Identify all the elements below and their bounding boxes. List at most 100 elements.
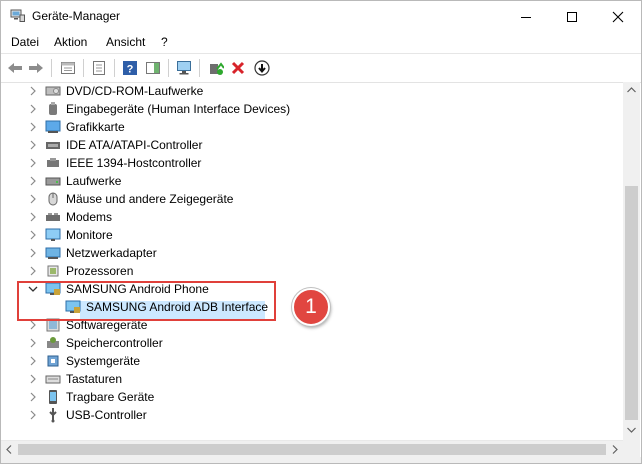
tree-category-netzwerkadapter[interactable]: Netzwerkadapter xyxy=(6,244,621,262)
close-button[interactable] xyxy=(595,1,641,32)
download-arrow-icon xyxy=(254,60,270,76)
display-adapter-icon xyxy=(45,120,61,133)
tree-item-label: Grafikkarte xyxy=(66,120,125,134)
title-bar[interactable]: Geräte-Manager xyxy=(1,1,641,32)
tree-category-laufwerke[interactable]: Laufwerke xyxy=(6,172,621,190)
tree-item-label: USB-Controller xyxy=(66,408,147,422)
minimize-icon xyxy=(521,16,531,18)
hid-icon xyxy=(49,102,57,115)
tree-item-label: Tragbare Geräte xyxy=(66,390,155,404)
update-driver-button[interactable] xyxy=(206,58,226,78)
chevron-right-icon[interactable] xyxy=(27,337,39,349)
status-bar xyxy=(1,457,641,463)
chevron-right-icon[interactable] xyxy=(27,157,39,169)
scroll-up-icon xyxy=(627,87,636,93)
annotation-step-badge: 1 xyxy=(292,288,330,326)
properties-view-button[interactable] xyxy=(58,58,78,78)
monitor-scan-icon xyxy=(177,61,191,75)
toolbar: ? xyxy=(1,53,641,83)
horizontal-scrollbar[interactable] xyxy=(1,440,623,458)
vertical-scroll-thumb[interactable] xyxy=(625,186,638,420)
keyboard-icon xyxy=(45,375,61,384)
tree-item-label: Modems xyxy=(66,210,113,224)
chevron-right-icon[interactable] xyxy=(27,355,39,367)
chevron-right-icon[interactable] xyxy=(27,103,39,115)
tree-category-prozessoren[interactable]: Prozessoren xyxy=(6,262,621,280)
tree-category-speichercontroller[interactable]: Speichercontroller xyxy=(6,334,621,352)
tree-category-mäuse-und-andere-zeigegeräte[interactable]: Mäuse und andere Zeigegeräte xyxy=(6,190,621,208)
scrollbar-corner xyxy=(623,440,640,457)
system-device-icon xyxy=(47,355,59,367)
chevron-right-icon[interactable] xyxy=(27,247,39,259)
chevron-right-icon[interactable] xyxy=(27,139,39,151)
disk-drive-icon xyxy=(45,177,61,186)
annotation-highlight-box xyxy=(17,281,276,321)
minimize-button[interactable] xyxy=(503,1,549,32)
scan-hardware-button[interactable] xyxy=(175,58,195,78)
chevron-right-icon[interactable] xyxy=(27,391,39,403)
chevron-right-icon[interactable] xyxy=(27,175,39,187)
menu-datei[interactable]: Datei xyxy=(11,35,39,49)
horizontal-scroll-thumb[interactable] xyxy=(18,444,606,455)
tree-item-label: IEEE 1394-Hostcontroller xyxy=(66,156,202,170)
list-view-button[interactable] xyxy=(89,58,109,78)
tree-item-label: Mäuse und andere Zeigegeräte xyxy=(66,192,234,206)
processor-icon xyxy=(47,265,59,277)
usb-controller-icon xyxy=(49,408,57,423)
tree-category-dvd-cd-rom-laufwerke[interactable]: DVD/CD-ROM-Laufwerke xyxy=(6,82,621,100)
uninstall-button[interactable] xyxy=(228,58,248,78)
tree-category-tragbare-geräte[interactable]: Tragbare Geräte xyxy=(6,388,621,406)
menu-ansicht[interactable]: Ansicht xyxy=(106,35,145,49)
tree-category-systemgeräte[interactable]: Systemgeräte xyxy=(6,352,621,370)
back-arrow-icon xyxy=(8,63,22,73)
action-pane-button[interactable] xyxy=(143,58,163,78)
tree-item-label: Speichercontroller xyxy=(66,336,163,350)
window-title: Geräte-Manager xyxy=(32,9,121,23)
dvd-drive-icon xyxy=(45,86,61,96)
maximize-icon xyxy=(567,11,577,22)
chevron-right-icon[interactable] xyxy=(27,265,39,277)
tree-item-label: Systemgeräte xyxy=(66,354,141,368)
vertical-scrollbar[interactable] xyxy=(623,82,640,440)
help-button[interactable]: ? xyxy=(120,58,140,78)
forward-button[interactable] xyxy=(26,58,46,78)
tree-item-label: Tastaturen xyxy=(66,372,123,386)
tree-category-ieee-1394-hostcontroller[interactable]: IEEE 1394-Hostcontroller xyxy=(6,154,621,172)
properties-icon xyxy=(61,62,75,74)
tree-category-eingabegeräte-human-interface-devices[interactable]: Eingabegeräte (Human Interface Devices) xyxy=(6,100,621,118)
modem-icon xyxy=(46,213,60,221)
chevron-right-icon[interactable] xyxy=(27,409,39,421)
install-button[interactable] xyxy=(252,58,272,78)
tree-item-label: Laufwerke xyxy=(66,174,122,188)
chevron-right-icon[interactable] xyxy=(27,85,39,97)
chevron-right-icon[interactable] xyxy=(27,193,39,205)
menu-aktion[interactable]: Aktion xyxy=(54,35,87,49)
ieee1394-icon xyxy=(47,158,59,167)
tree-category-monitore[interactable]: Monitore xyxy=(6,226,621,244)
chevron-right-icon[interactable] xyxy=(27,121,39,133)
storage-controller-icon xyxy=(47,337,59,348)
tree-category-usb-controller[interactable]: USB-Controller xyxy=(6,406,621,424)
tree-category-ide-ata-atapi-controller[interactable]: IDE ATA/ATAPI-Controller xyxy=(6,136,621,154)
portable-device-icon xyxy=(49,390,57,404)
tree-category-grafikkarte[interactable]: Grafikkarte xyxy=(6,118,621,136)
tree-item-label: Prozessoren xyxy=(66,264,134,278)
tree-category-modems[interactable]: Modems xyxy=(6,208,621,226)
scroll-left-icon xyxy=(6,445,12,454)
network-adapter-icon xyxy=(45,247,61,259)
tree-category-tastaturen[interactable]: Tastaturen xyxy=(6,370,621,388)
device-tree[interactable]: DVD/CD-ROM-Laufwerke Eingabegeräte (Human… xyxy=(6,82,623,440)
monitor-icon xyxy=(45,228,61,241)
maximize-button[interactable] xyxy=(549,1,595,32)
annotation-number: 1 xyxy=(305,295,317,318)
chevron-right-icon[interactable] xyxy=(27,373,39,385)
list-view-icon xyxy=(93,61,105,75)
back-button[interactable] xyxy=(5,58,25,78)
menu-help[interactable]: ? xyxy=(161,35,168,49)
uninstall-x-icon xyxy=(231,61,245,75)
device-manager-window: Geräte-Manager Datei Aktion Ansicht ? ? … xyxy=(0,0,642,464)
tree-item-label: Netzwerkadapter xyxy=(66,246,157,260)
chevron-right-icon[interactable] xyxy=(27,229,39,241)
chevron-right-icon[interactable] xyxy=(27,211,39,223)
menu-bar: Datei Aktion Ansicht ? xyxy=(1,32,641,52)
